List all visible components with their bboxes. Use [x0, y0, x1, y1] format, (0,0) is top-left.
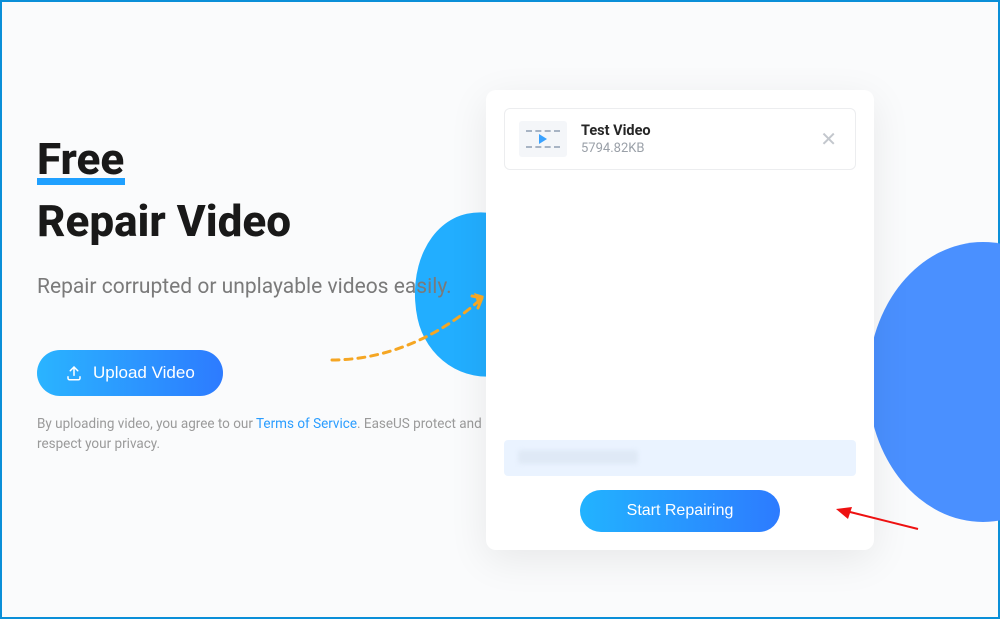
title-free: Free: [37, 137, 124, 181]
hero-section: Free Repair Video Repair corrupted or un…: [2, 2, 482, 617]
upload-video-label: Upload Video: [93, 363, 195, 383]
file-info: Test Video 5794.82KB: [581, 122, 802, 156]
terms-text: By uploading video, you agree to our Ter…: [37, 414, 482, 456]
file-card: Test Video 5794.82KB ✕: [504, 108, 856, 170]
terms-of-service-link[interactable]: Terms of Service: [256, 416, 357, 432]
title-repair: Repair Video: [37, 199, 482, 243]
remove-file-button[interactable]: ✕: [816, 125, 841, 153]
upload-icon: [65, 364, 83, 382]
subtitle: Repair corrupted or unplayable videos ea…: [37, 271, 482, 304]
file-size: 5794.82KB: [581, 141, 802, 156]
right-area: Test Video 5794.82KB ✕ Start Repairing: [458, 2, 998, 617]
close-icon: ✕: [820, 127, 837, 151]
start-repairing-button[interactable]: Start Repairing: [580, 490, 780, 532]
email-input-blurred[interactable]: [504, 440, 856, 476]
video-thumbnail-icon: [519, 121, 567, 157]
decorative-blob-right: [868, 242, 1000, 522]
file-name: Test Video: [581, 122, 802, 139]
upload-panel: Test Video 5794.82KB ✕ Start Repairing: [486, 90, 874, 550]
upload-video-button[interactable]: Upload Video: [37, 350, 223, 396]
